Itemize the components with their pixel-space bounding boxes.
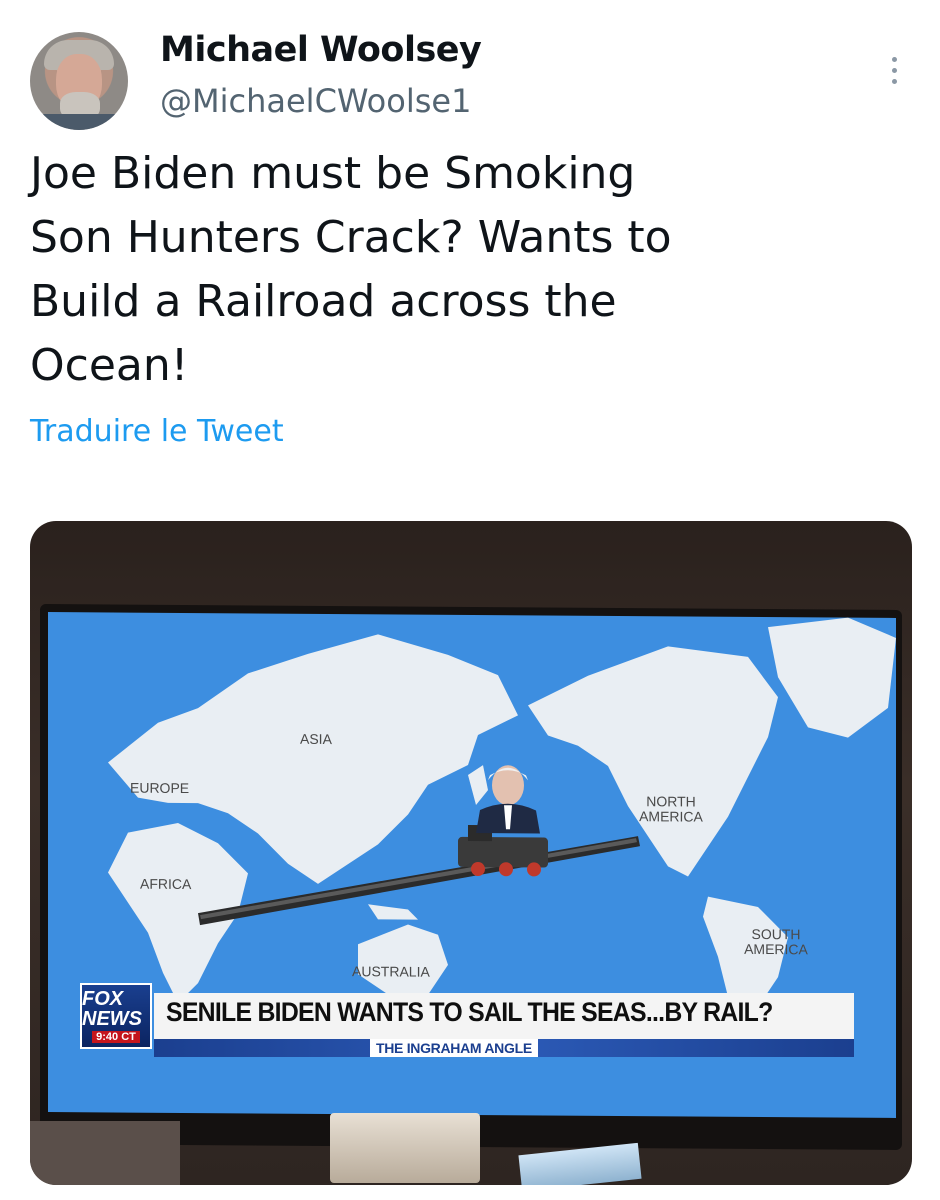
- map-label-europe: EUROPE: [130, 779, 190, 797]
- desk-object: [518, 1142, 642, 1185]
- more-vertical-icon[interactable]: [876, 50, 912, 90]
- map-label-north-america: NORTH AMERICA: [639, 793, 703, 825]
- display-name[interactable]: Michael Woolsey: [160, 30, 482, 70]
- railroad-track: [198, 836, 640, 926]
- translate-tweet-link[interactable]: Traduire le Tweet: [30, 414, 284, 449]
- handle[interactable]: @MichaelCWoolse1: [160, 82, 471, 120]
- desk-object: [30, 1121, 180, 1185]
- fox-news-logo: FOX NEWS 9:40 CT: [80, 983, 152, 1049]
- broadcast-time: 9:40 CT: [92, 1031, 140, 1043]
- map-label-south-america: SOUTH AMERICA: [744, 925, 808, 958]
- map-label-australia: AUSTRALIA: [352, 963, 430, 980]
- tweet-media-image[interactable]: ASIA EUROPE AFRICA AUSTRALIA NORTH AMERI…: [30, 521, 912, 1185]
- show-name: THE INGRAHAM ANGLE: [370, 1039, 538, 1057]
- desk-object: [330, 1113, 480, 1183]
- chyron-text: SENILE BIDEN WANTS TO SAIL THE SEAS...BY…: [166, 997, 773, 1027]
- map-label-asia: ASIA: [300, 730, 332, 748]
- tweet-text: Joe Biden must be Smoking Son Hunters Cr…: [30, 148, 672, 391]
- avatar[interactable]: [30, 32, 128, 130]
- person-figure: [476, 765, 540, 834]
- map-label-africa: AFRICA: [140, 875, 192, 893]
